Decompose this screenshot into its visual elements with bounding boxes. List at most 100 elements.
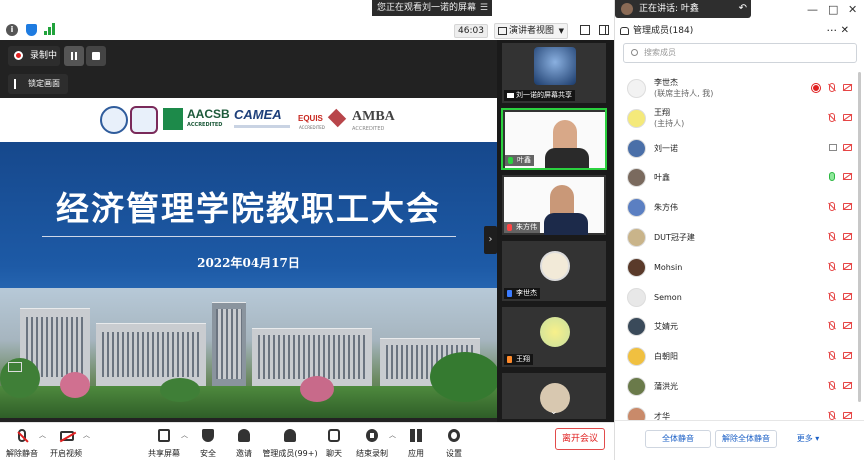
end-recording-button[interactable]: 结束录制 ︿ (352, 427, 396, 459)
tree-shape (60, 372, 90, 398)
manage-members-button[interactable]: 管理成员(99+) (262, 427, 318, 459)
share-screen-button[interactable]: 共享屏幕 ︿ (144, 427, 188, 459)
mic-muted-icon[interactable] (829, 232, 835, 241)
mic-on-icon[interactable] (829, 172, 835, 181)
leave-meeting-button[interactable]: 离开会议 (555, 428, 605, 450)
accreditation-logos: AACSB ACCREDITED CAMEA EQUIS ACCREDITED … (0, 98, 497, 142)
participant-row[interactable]: Mohsin (615, 252, 855, 282)
participant-name: 朱方伟 (654, 202, 678, 213)
viewing-banner-text: 您正在观看刘一诺的屏幕 (377, 3, 477, 13)
building-shape (96, 323, 206, 388)
chevron-up-icon[interactable]: ︿ (39, 430, 46, 440)
stop-recording-button[interactable] (86, 46, 106, 66)
video-tile[interactable]: 朱方伟 (501, 174, 607, 236)
participant-row[interactable]: 朱方伟 (615, 192, 855, 222)
chevron-up-icon[interactable]: ︿ (181, 430, 188, 440)
mic-muted-icon[interactable] (829, 262, 835, 271)
participant-row[interactable]: Semon (615, 282, 855, 312)
participant-name-text: Semon (654, 293, 682, 302)
unmute-all-button[interactable]: 解除全体静音 (715, 430, 777, 448)
avatar (627, 198, 646, 217)
mic-muted-icon[interactable] (829, 113, 835, 122)
mic-muted-icon[interactable] (829, 351, 835, 360)
mic-muted-icon[interactable] (829, 381, 835, 390)
camera-off-icon[interactable] (843, 352, 852, 359)
camera-off-icon[interactable] (843, 173, 852, 180)
avatar (627, 139, 646, 158)
view-mode-dropdown[interactable]: 演讲者视图 ▼ (494, 23, 568, 39)
host-icon (507, 290, 512, 297)
amba-diamond-logo (327, 108, 347, 128)
maximize-window-icon[interactable]: □ (828, 3, 838, 16)
return-arrow-icon[interactable]: ↶ (739, 0, 747, 18)
participant-row[interactable]: 叶鑫 (615, 162, 855, 192)
security-shield-icon[interactable] (26, 24, 37, 36)
menu-icon[interactable]: ☰ (480, 0, 488, 16)
gear-icon (448, 429, 460, 442)
more-button[interactable]: 更多 ▾ (783, 430, 833, 448)
video-tile[interactable]: 李世杰 (501, 240, 607, 302)
share-screen-icon (158, 429, 170, 442)
mute-all-button[interactable]: 全体静音 (645, 430, 711, 448)
participant-row[interactable]: 王翔 (主持人) (615, 103, 855, 133)
settings-button[interactable]: 设置 (434, 427, 474, 459)
tree-shape (160, 378, 200, 402)
mic-muted-icon[interactable] (829, 83, 835, 92)
camera-off-icon[interactable] (843, 293, 852, 300)
unmute-button[interactable]: 解除静音 ︿ (2, 427, 46, 459)
pause-recording-button[interactable] (64, 46, 84, 66)
participant-row[interactable]: 刘一诺 (615, 133, 855, 163)
slide-divider (42, 236, 456, 237)
camera-off-icon[interactable] (843, 84, 852, 91)
participant-row[interactable]: DUT冠子建 (615, 222, 855, 252)
building-shape (212, 302, 246, 388)
video-tile-active-speaker[interactable]: 叶鑫 (501, 108, 607, 170)
gallery-icon[interactable] (8, 362, 22, 372)
camera-off-icon[interactable] (843, 233, 852, 240)
video-tile[interactable]: 刘一诺的屏幕共享 (501, 42, 607, 104)
camera-off-icon[interactable] (843, 263, 852, 270)
video-tile[interactable]: 王翔 (501, 306, 607, 368)
signal-strength-icon[interactable] (44, 23, 56, 35)
mic-muted-icon[interactable] (829, 202, 835, 211)
video-tile[interactable]: ⌄ (501, 372, 607, 420)
minimize-video-icon[interactable] (580, 25, 590, 35)
video-tile-name: 李世杰 (504, 288, 540, 299)
more-options-icon[interactable]: ··· (827, 22, 838, 40)
minimize-window-icon[interactable]: — (807, 3, 818, 16)
camera-off-icon[interactable] (843, 412, 852, 419)
camera-off-icon[interactable] (843, 203, 852, 210)
participant-list-scrollbar[interactable] (857, 72, 862, 420)
participant-row[interactable]: 白朝阳 (615, 341, 855, 371)
camera-off-icon[interactable] (843, 322, 852, 329)
info-icon[interactable]: i (6, 24, 18, 36)
chevron-up-icon[interactable]: ︿ (83, 430, 90, 440)
chevron-up-icon[interactable]: ︿ (389, 430, 396, 440)
equis-logo-text: EQUIS (298, 114, 323, 123)
participant-row[interactable]: 李世杰 (联席主持人, 我) (615, 73, 855, 103)
search-input[interactable]: 搜索成员 (623, 43, 857, 63)
presentation-slide: AACSB ACCREDITED CAMEA EQUIS ACCREDITED … (0, 98, 497, 418)
camera-off-icon[interactable] (843, 114, 852, 121)
participant-row[interactable]: 蒲洪光 (615, 371, 855, 401)
camera-off-icon[interactable] (843, 144, 852, 151)
avatar (627, 109, 646, 128)
amba-logo-text: AMBA (352, 109, 395, 124)
start-video-button[interactable]: 开启视频 ︿ (46, 427, 90, 459)
viewing-banner: 您正在观看刘一诺的屏幕 ☰ (372, 0, 492, 16)
participant-name-text: DUT冠子建 (654, 233, 695, 242)
toggle-sidebar-icon[interactable] (599, 25, 609, 35)
mic-on-icon (508, 157, 513, 164)
mic-muted-icon[interactable] (829, 321, 835, 330)
participant-name: 王翔 (主持人) (654, 107, 684, 129)
mic-muted-icon[interactable] (829, 411, 835, 420)
close-window-icon[interactable]: ✕ (848, 3, 857, 16)
close-panel-icon[interactable]: ✕ (841, 22, 849, 40)
participant-row[interactable]: 艾婧元 (615, 311, 855, 341)
scrollbar-thumb[interactable] (858, 72, 861, 402)
camera-off-icon[interactable] (843, 382, 852, 389)
chevron-down-icon[interactable]: ⌄ (550, 407, 558, 417)
view-mode-label: 演讲者视图 (509, 26, 555, 36)
collapse-strip-chevron-icon[interactable]: › (484, 226, 497, 254)
mic-muted-icon[interactable] (829, 292, 835, 301)
